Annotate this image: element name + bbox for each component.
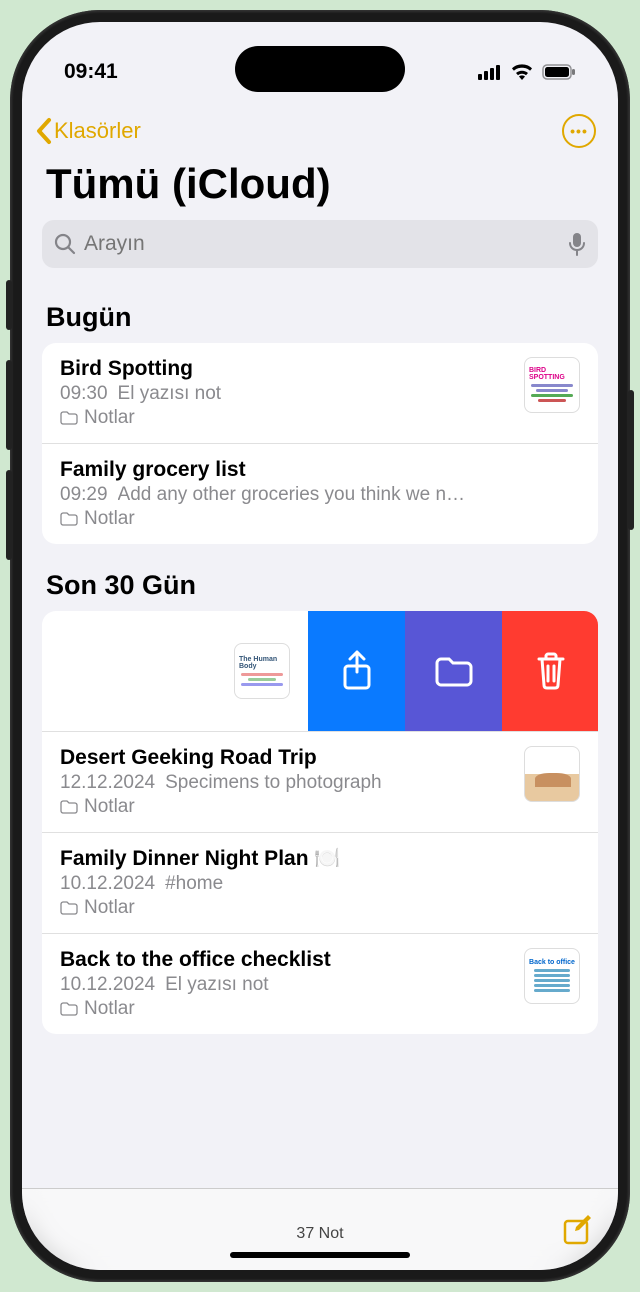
today-card: Bird Spotting 09:30 El yazısı not Notlar… xyxy=(42,343,598,544)
folder-icon xyxy=(60,411,78,425)
folder-icon xyxy=(60,1002,78,1016)
folder-icon xyxy=(434,655,474,687)
power-button xyxy=(628,390,634,530)
swipe-move-button[interactable] xyxy=(405,611,502,731)
note-folder-label: Notlar xyxy=(84,407,135,429)
cellular-icon xyxy=(478,64,502,80)
page-title: Tümü (iCloud) xyxy=(22,156,618,220)
volume-switch xyxy=(6,280,12,330)
back-label: Klasörler xyxy=(54,118,141,144)
note-row[interactable]: Back to the office checklist 10.12.2024 … xyxy=(42,934,598,1034)
compose-button[interactable] xyxy=(562,1215,594,1252)
home-indicator[interactable] xyxy=(230,1252,410,1258)
folder-icon xyxy=(60,512,78,526)
note-row[interactable]: Family Dinner Night Plan 🍽️ 10.12.2024 #… xyxy=(42,833,598,934)
back-button[interactable]: Klasörler xyxy=(34,117,141,145)
section-header-last30: Son 30 Gün xyxy=(22,544,618,611)
note-title: Bird Spotting xyxy=(60,357,580,381)
note-preview: El yazısı not xyxy=(165,974,269,996)
trash-icon xyxy=(535,651,567,691)
note-title: Back to the office checklist xyxy=(60,948,580,972)
note-preview: El yazısı not xyxy=(118,383,222,405)
note-time: 09:30 xyxy=(60,383,108,405)
dynamic-island xyxy=(235,46,405,92)
search-field[interactable] xyxy=(42,220,598,268)
volume-up xyxy=(6,360,12,450)
screen: 09:41 Klasörler ••• Tümü (iCloud) xyxy=(22,22,618,1270)
note-thumbnail: The Human Body xyxy=(234,643,290,699)
note-time: 10.12.2024 xyxy=(60,974,155,996)
last30-card: ny The Human Body xyxy=(42,611,598,1034)
note-time: 09:29 xyxy=(60,484,108,506)
search-icon xyxy=(54,233,76,255)
share-icon xyxy=(340,650,374,692)
note-time: 10.12.2024 xyxy=(60,873,155,895)
folder-icon xyxy=(60,901,78,915)
status-time: 09:41 xyxy=(64,60,118,84)
note-preview: Specimens to photograph xyxy=(165,772,382,794)
nav-bar: Klasörler ••• xyxy=(22,102,618,156)
chevron-left-icon xyxy=(34,117,52,145)
search-input[interactable] xyxy=(84,232,560,256)
note-preview: #home xyxy=(165,873,223,895)
note-row-swiped[interactable]: ny The Human Body xyxy=(42,611,598,732)
more-button[interactable]: ••• xyxy=(562,114,596,148)
note-row[interactable]: Desert Geeking Road Trip 12.12.2024 Spec… xyxy=(42,732,598,833)
wifi-icon xyxy=(510,64,534,80)
note-title: Desert Geeking Road Trip xyxy=(60,746,580,770)
note-folder-label: Notlar xyxy=(84,897,135,919)
mic-icon[interactable] xyxy=(568,232,586,256)
swipe-delete-button[interactable] xyxy=(502,611,598,731)
note-row[interactable]: Bird Spotting 09:30 El yazısı not Notlar… xyxy=(42,343,598,444)
battery-icon xyxy=(542,64,576,80)
note-title: Family grocery list xyxy=(60,458,580,482)
section-header-today: Bugün xyxy=(22,276,618,343)
note-count: 37 Not xyxy=(296,1225,343,1243)
note-time: 12.12.2024 xyxy=(60,772,155,794)
device-frame: 09:41 Klasörler ••• Tümü (iCloud) xyxy=(10,10,630,1282)
note-folder-label: Notlar xyxy=(84,796,135,818)
note-row[interactable]: Family grocery list 09:29 Add any other … xyxy=(42,444,598,544)
note-thumbnail xyxy=(524,746,580,802)
note-folder-label: Notlar xyxy=(84,508,135,530)
folder-icon xyxy=(60,800,78,814)
compose-icon xyxy=(562,1215,594,1247)
note-thumbnail: Back to office xyxy=(524,948,580,1004)
note-title: Family Dinner Night Plan 🍽️ xyxy=(60,847,580,871)
swipe-share-button[interactable] xyxy=(308,611,405,731)
note-title: ny xyxy=(42,659,234,683)
note-thumbnail: BIRD SPOTTING xyxy=(524,357,580,413)
volume-down xyxy=(6,470,12,560)
note-preview: Add any other groceries you think we n… xyxy=(118,484,465,506)
note-folder-label: Notlar xyxy=(84,998,135,1020)
